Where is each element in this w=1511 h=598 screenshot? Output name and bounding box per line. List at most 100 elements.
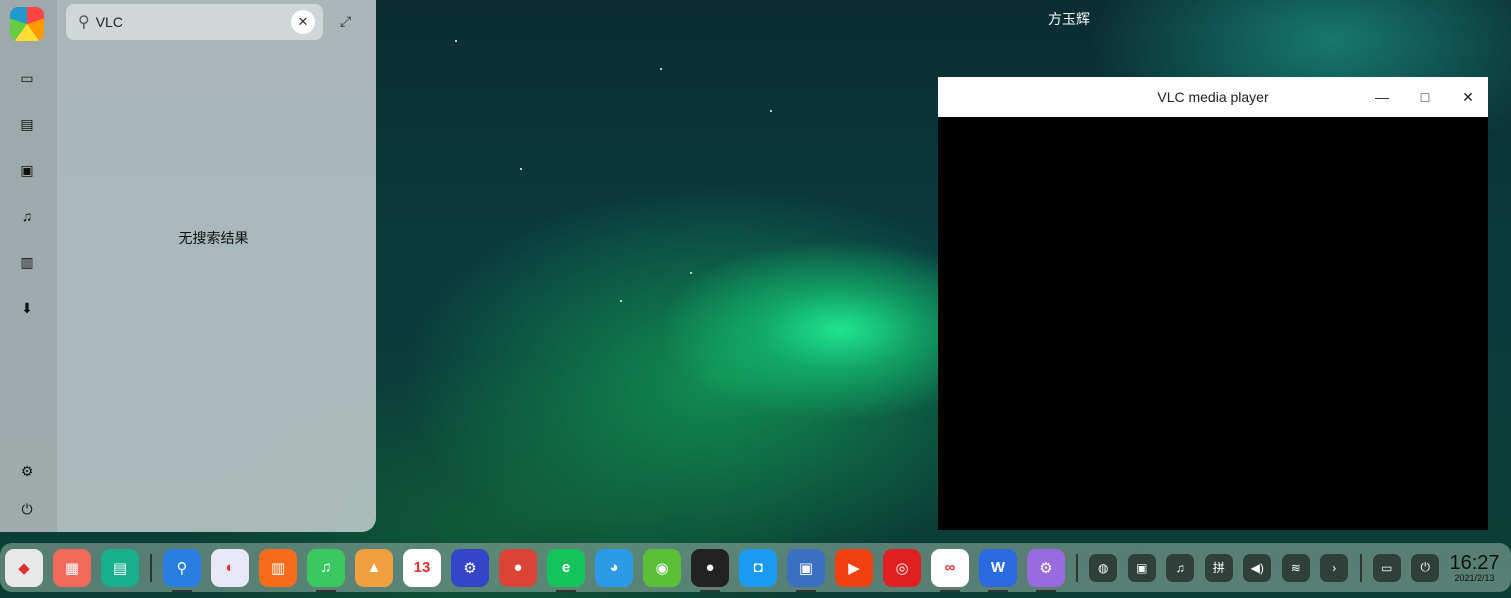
- dock-item-show-desktop[interactable]: ▤: [96, 543, 144, 592]
- clear-search-button[interactable]: ✕: [291, 10, 315, 34]
- fullscreen-toggle-icon[interactable]: ⤢: [340, 13, 351, 30]
- chat-bubble-icon: ◕: [595, 548, 633, 587]
- tray-screen-recorder[interactable]: ◍: [1084, 543, 1123, 592]
- window-titlebar[interactable]: VLC media player — □ ✕: [938, 77, 1488, 117]
- dock-item-chat-bubble[interactable]: ◕: [590, 543, 638, 592]
- music-icon[interactable]: ♫: [18, 207, 36, 225]
- baidu-netdisk-icon: ∞: [931, 548, 969, 587]
- chrome-icon: ●: [499, 548, 537, 587]
- clock-date: 2021/2/13: [1454, 572, 1495, 583]
- music-tray-icon: ♫: [1166, 553, 1195, 582]
- browser-icon: ◐: [211, 548, 249, 587]
- dock-item-settings-app[interactable]: ⚙: [1022, 543, 1070, 592]
- control-center-icon: ⚙: [451, 548, 489, 587]
- tray-wifi[interactable]: ≋: [1277, 543, 1316, 592]
- search-icon: ⚲: [78, 14, 90, 31]
- downloads-icon[interactable]: ⬇: [18, 299, 36, 317]
- dock: ◆ ▦ ▤ ⚲ ◐ ▥ ♫ ▲ 13 ⚙ ● e ◕ ◉ ● ◘ ▣ ▶ ◎ ∞ W ⚙ ◍ ▣ ♫ 拼 ◀) ≋ › ▭ ⏻ 16:27 20…: [0, 543, 1511, 592]
- launcher-icon: ◆: [5, 548, 43, 587]
- tray-window-switch[interactable]: ▣: [1123, 543, 1162, 592]
- clock[interactable]: 16:27 2021/2/13: [1445, 553, 1505, 583]
- settings-app-icon: ⚙: [1027, 548, 1065, 587]
- running-indicator: [172, 590, 192, 592]
- keyboard-icon: ▭: [1372, 553, 1401, 582]
- music-icon: ♫: [307, 548, 345, 587]
- maximize-button[interactable]: □: [1405, 77, 1445, 117]
- dock-item-netease-music[interactable]: ◎: [878, 543, 926, 592]
- power-icon[interactable]: ⏻: [18, 500, 36, 518]
- screen-recorder-icon: ◍: [1089, 553, 1118, 582]
- settings-icon[interactable]: ⚙: [18, 462, 36, 480]
- tray-volume[interactable]: ◀): [1238, 543, 1277, 592]
- running-indicator: [316, 590, 336, 592]
- videos-icon[interactable]: ▥: [18, 253, 36, 271]
- running-indicator: [700, 590, 720, 592]
- dock-separator: [150, 553, 152, 582]
- wechat-icon: ◉: [643, 548, 681, 587]
- dock-item-baidu-netdisk[interactable]: ∞: [926, 543, 974, 592]
- wifi-icon: ≋: [1281, 553, 1310, 582]
- clock-time: 16:27: [1449, 551, 1500, 574]
- tray-power[interactable]: ⏻: [1406, 543, 1445, 592]
- dock-item-dingtalk[interactable]: ◘: [734, 543, 782, 592]
- no-results-message: 无搜索结果: [178, 230, 249, 246]
- wps-icon: W: [979, 548, 1017, 587]
- expand-icon: ›: [1320, 553, 1349, 582]
- search-box[interactable]: ⚲ ✕: [66, 4, 323, 40]
- netease-music-icon: ◎: [883, 548, 921, 587]
- dock-item-file-manager[interactable]: ⚲: [158, 543, 206, 592]
- dock-item-music[interactable]: ♫: [302, 543, 350, 592]
- computer-icon[interactable]: ▭: [18, 69, 36, 87]
- dock-separator: [1359, 553, 1362, 582]
- dock-item-virtualbox[interactable]: ▣: [782, 543, 830, 592]
- search-input[interactable]: [95, 14, 276, 30]
- dock-item-app-store[interactable]: ▥: [254, 543, 302, 592]
- dock-item-wps[interactable]: W: [974, 543, 1022, 592]
- pinyin-icon: 拼: [1204, 553, 1233, 582]
- image-viewer-icon: ▲: [355, 548, 393, 587]
- dock-separator: [1076, 553, 1078, 582]
- tray-pinyin[interactable]: 拼: [1200, 543, 1239, 592]
- tray-music-tray[interactable]: ♫: [1161, 543, 1200, 592]
- running-indicator: [556, 590, 576, 592]
- running-indicator: [1036, 590, 1056, 592]
- window-title: VLC media player: [1157, 89, 1269, 105]
- running-indicator: [988, 590, 1008, 592]
- tray-keyboard[interactable]: ▭: [1368, 543, 1407, 592]
- dock-item-browser[interactable]: ◐: [206, 543, 254, 592]
- user-name: 方玉辉: [1048, 11, 1090, 27]
- qq-icon: ●: [691, 548, 729, 587]
- close-button[interactable]: ✕: [1448, 77, 1488, 117]
- minimize-button[interactable]: —: [1362, 77, 1402, 117]
- tray-expand[interactable]: ›: [1315, 543, 1354, 592]
- volume-icon: ◀): [1243, 553, 1272, 582]
- pictures-icon[interactable]: ▣: [18, 161, 36, 179]
- virtualbox-icon: ▣: [787, 548, 825, 587]
- window-switch-icon: ▣: [1127, 553, 1156, 582]
- running-indicator: [940, 590, 960, 592]
- dock-item-qq[interactable]: ●: [686, 543, 734, 592]
- os-logo[interactable]: [10, 7, 44, 41]
- multitasking-view-icon: ▦: [53, 548, 91, 587]
- dock-item-image-viewer[interactable]: ▲: [350, 543, 398, 592]
- dock-item-browser-e[interactable]: e: [542, 543, 590, 592]
- calendar-icon: 13: [403, 548, 441, 587]
- running-indicator: [796, 590, 816, 592]
- documents-icon[interactable]: ▤: [18, 115, 36, 133]
- dock-item-chrome[interactable]: ●: [494, 543, 542, 592]
- xmind-icon: ▶: [835, 548, 873, 587]
- dock-item-calendar[interactable]: 13: [398, 543, 446, 592]
- vlc-window: VLC media player — □ ✕: [938, 77, 1488, 530]
- app-store-icon: ▥: [259, 548, 297, 587]
- browser-e-icon: e: [547, 548, 585, 587]
- dock-item-launcher[interactable]: ◆: [0, 543, 48, 592]
- power-icon: ⏻: [1411, 553, 1440, 582]
- file-manager-icon: ⚲: [163, 548, 201, 587]
- dock-item-control-center[interactable]: ⚙: [446, 543, 494, 592]
- launcher-panel: ▭ ▤ ▣ ♫ ▥ ⬇ ⚙ ⏻ ⚲ ✕ ⤢ 无搜索结果: [0, 0, 376, 532]
- show-desktop-icon: ▤: [101, 548, 139, 587]
- dingtalk-icon: ◘: [739, 548, 777, 587]
- dock-item-xmind[interactable]: ▶: [830, 543, 878, 592]
- dock-item-wechat[interactable]: ◉: [638, 543, 686, 592]
- dock-item-multitasking-view[interactable]: ▦: [48, 543, 96, 592]
